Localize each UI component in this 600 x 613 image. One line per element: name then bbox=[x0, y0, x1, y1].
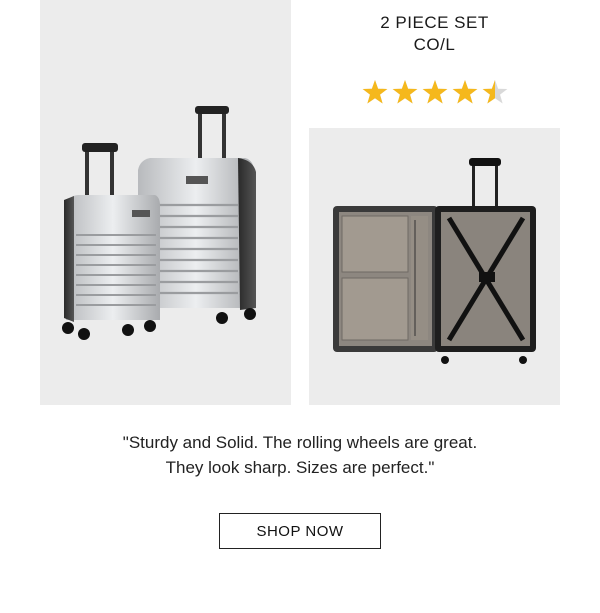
open-suitcase-image[interactable] bbox=[309, 128, 560, 405]
star-rating bbox=[362, 79, 512, 107]
star-icon bbox=[362, 80, 388, 104]
star-icon bbox=[392, 80, 418, 104]
star-icon bbox=[482, 80, 508, 104]
luggage-set-image[interactable] bbox=[40, 0, 291, 405]
review-quote-line2: They look sharp. Sizes are perfect." bbox=[165, 458, 435, 477]
star-icon bbox=[452, 80, 478, 104]
product-title-line2: CO/L bbox=[413, 35, 456, 54]
product-title-line1: 2 PIECE SET bbox=[380, 13, 489, 32]
shop-now-button[interactable]: SHOP NOW bbox=[219, 513, 381, 549]
star-icon bbox=[422, 80, 448, 104]
review-quote-line1: "Sturdy and Solid. The rolling wheels ar… bbox=[122, 433, 478, 452]
